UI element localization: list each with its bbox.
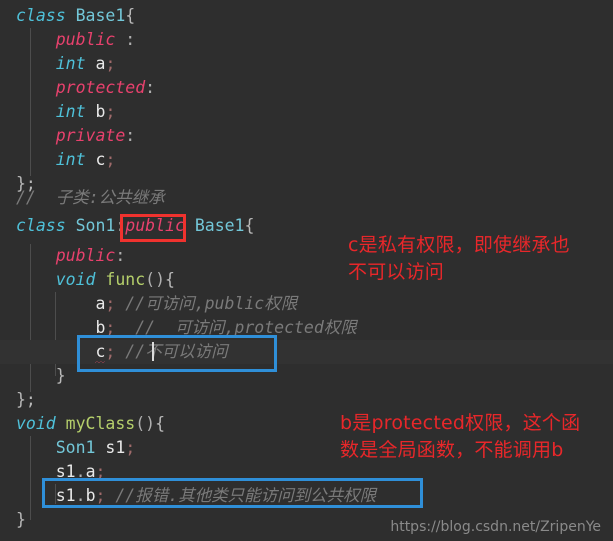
semicolon: ; bbox=[105, 102, 116, 121]
highlight-box-public-inheritance bbox=[120, 214, 186, 242]
type-son1: Son1 bbox=[65, 216, 116, 235]
keyword-int: int bbox=[55, 150, 86, 169]
annotation-note-protected-b: b是protected权限，这个函 数是全局函数，不能调用b bbox=[340, 412, 581, 461]
access-public: public bbox=[55, 246, 116, 265]
comment-a-access: //可访问,public权限 bbox=[115, 294, 298, 313]
highlight-box-s1b-line bbox=[42, 478, 423, 508]
code-line[interactable]: class Base1{ bbox=[0, 4, 613, 28]
brace: { bbox=[125, 6, 136, 25]
keyword-void: void bbox=[16, 414, 56, 433]
watermark: https://blog.csdn.net/ZripenYe bbox=[390, 519, 601, 535]
colon: : bbox=[125, 126, 136, 145]
access-private: private bbox=[55, 126, 126, 145]
keyword-class: class bbox=[16, 6, 66, 25]
code-line[interactable]: int b; bbox=[0, 100, 613, 124]
code-line[interactable]: // 子类:公共继承 bbox=[0, 186, 613, 210]
code-line[interactable]: public : bbox=[0, 28, 613, 52]
func-close: } bbox=[55, 366, 66, 385]
brace: { bbox=[165, 270, 175, 289]
type-base1: Base1 bbox=[75, 6, 126, 25]
ref-a: a bbox=[95, 294, 106, 313]
comment-subclass: // 子类:公共继承 bbox=[16, 188, 165, 207]
brace: { bbox=[244, 216, 255, 235]
semicolon: ; bbox=[105, 54, 116, 73]
code-line[interactable]: private: bbox=[0, 124, 613, 148]
code-line[interactable]: }; bbox=[0, 388, 613, 412]
code-line[interactable]: a; //可访问,public权限 bbox=[0, 292, 613, 316]
colon: : bbox=[145, 78, 156, 97]
annotation-note-private-c: c是私有权限，即使继承也 不可以访问 bbox=[348, 234, 570, 283]
brace: { bbox=[155, 414, 166, 433]
keyword-int: int bbox=[55, 102, 86, 121]
access-protected: protected bbox=[55, 78, 146, 97]
class-close: }; bbox=[16, 390, 36, 409]
keyword-class: class bbox=[16, 216, 66, 235]
parens: () bbox=[145, 270, 166, 289]
type-son1: Son1 bbox=[55, 438, 96, 457]
member-c: c bbox=[85, 150, 106, 169]
semicolon: ; bbox=[105, 150, 116, 169]
func-close: } bbox=[16, 510, 26, 529]
semicolon: ; bbox=[105, 294, 116, 313]
variable-s1: s1 bbox=[95, 438, 126, 457]
colon: : bbox=[115, 30, 136, 49]
parens: () bbox=[135, 414, 156, 433]
member-a: a bbox=[85, 54, 106, 73]
semicolon: ; bbox=[125, 438, 136, 457]
access-public: public bbox=[55, 30, 116, 49]
keyword-int: int bbox=[55, 54, 86, 73]
code-line[interactable]: int a; bbox=[0, 52, 613, 76]
colon: : bbox=[115, 246, 126, 265]
keyword-void: void bbox=[55, 270, 96, 289]
function-myclass: myClass bbox=[55, 414, 136, 433]
member-b: b bbox=[85, 102, 106, 121]
function-func: func bbox=[95, 270, 146, 289]
code-screenshot: class Base1{ public : int a; protected: … bbox=[0, 0, 613, 541]
code-line[interactable]: protected: bbox=[0, 76, 613, 100]
highlight-box-c-line bbox=[77, 335, 277, 372]
code-line[interactable]: int c; bbox=[0, 148, 613, 172]
type-base1-ref: Base1 bbox=[184, 216, 245, 235]
